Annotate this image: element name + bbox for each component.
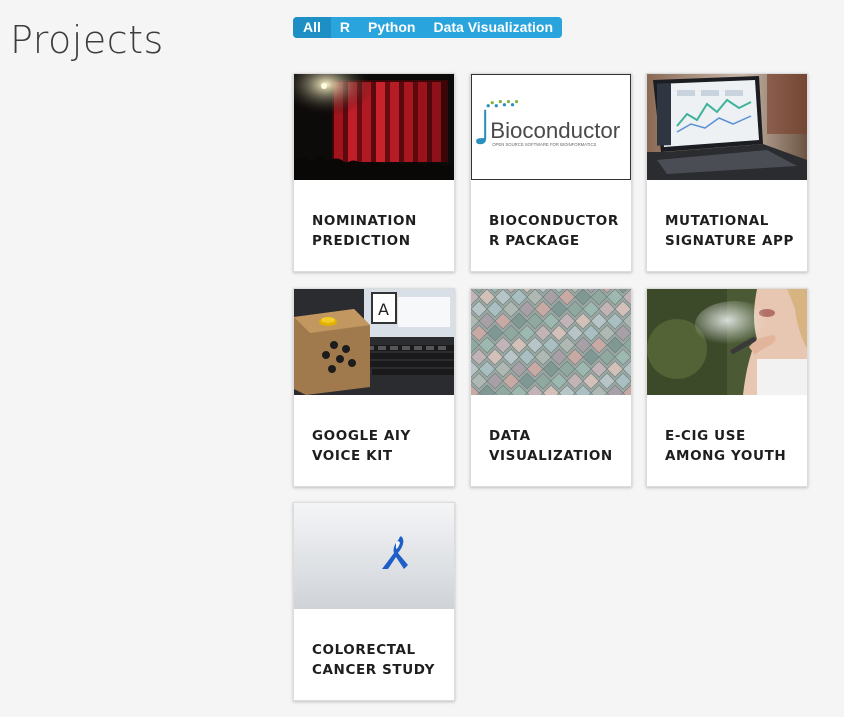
voice-kit-box-image: A (294, 289, 454, 395)
blue-ribbon-image (294, 503, 454, 609)
filter-data-visualization-button[interactable]: Data Visualization (424, 17, 563, 38)
projects-grid: NOMINATION PREDICTION Bioconductor OPEN … (293, 73, 813, 713)
page-title: Projects (10, 18, 164, 62)
project-title: MUTATIONAL SIGNATURE APP (665, 213, 795, 249)
project-title: GOOGLE AIY VOICE KIT (312, 428, 411, 464)
filter-r-button[interactable]: R (330, 17, 360, 38)
filter-all-button[interactable]: All (293, 17, 331, 38)
svg-text:A: A (378, 300, 389, 319)
project-title: E-CIG USE AMONG YOUTH (665, 428, 787, 464)
project-card-e-cig-use-among-youth[interactable]: E-CIG USE AMONG YOUTH (646, 288, 808, 487)
bioconductor-logo-text: Bioconductor (490, 118, 621, 143)
project-card-data-visualization[interactable]: DATA VISUALIZATION (470, 288, 632, 487)
bioconductor-logo-subtext: OPEN SOURCE SOFTWARE FOR BIOINFORMATICS (492, 142, 596, 147)
project-card-nomination-prediction[interactable]: NOMINATION PREDICTION (293, 73, 455, 272)
vaping-person-image (647, 289, 807, 395)
project-card-mutational-signature-app[interactable]: MUTATIONAL SIGNATURE APP (646, 73, 808, 272)
project-title: COLORECTAL CANCER STUDY (312, 642, 435, 678)
project-title: NOMINATION PREDICTION (312, 213, 417, 249)
colored-tiles-image (471, 289, 631, 395)
filter-python-button[interactable]: Python (359, 17, 425, 38)
project-card-bioconductor[interactable]: Bioconductor OPEN SOURCE SOFTWARE FOR BI… (470, 73, 632, 272)
category-filter-bar: All R Python Data Visualization (293, 17, 563, 38)
project-card-colorectal-cancer-study[interactable]: COLORECTAL CANCER STUDY (293, 502, 455, 701)
project-title: BIOCONDUCTOR R PACKAGE (489, 213, 619, 249)
bioconductor-logo: Bioconductor OPEN SOURCE SOFTWARE FOR BI… (471, 74, 631, 180)
stage-curtain-image (294, 74, 454, 180)
laptop-dashboard-image (647, 74, 807, 180)
project-title: DATA VISUALIZATION (489, 428, 613, 464)
project-card-google-aiy-voice-kit[interactable]: A GOOGLE AIY VOICE KIT (293, 288, 455, 487)
